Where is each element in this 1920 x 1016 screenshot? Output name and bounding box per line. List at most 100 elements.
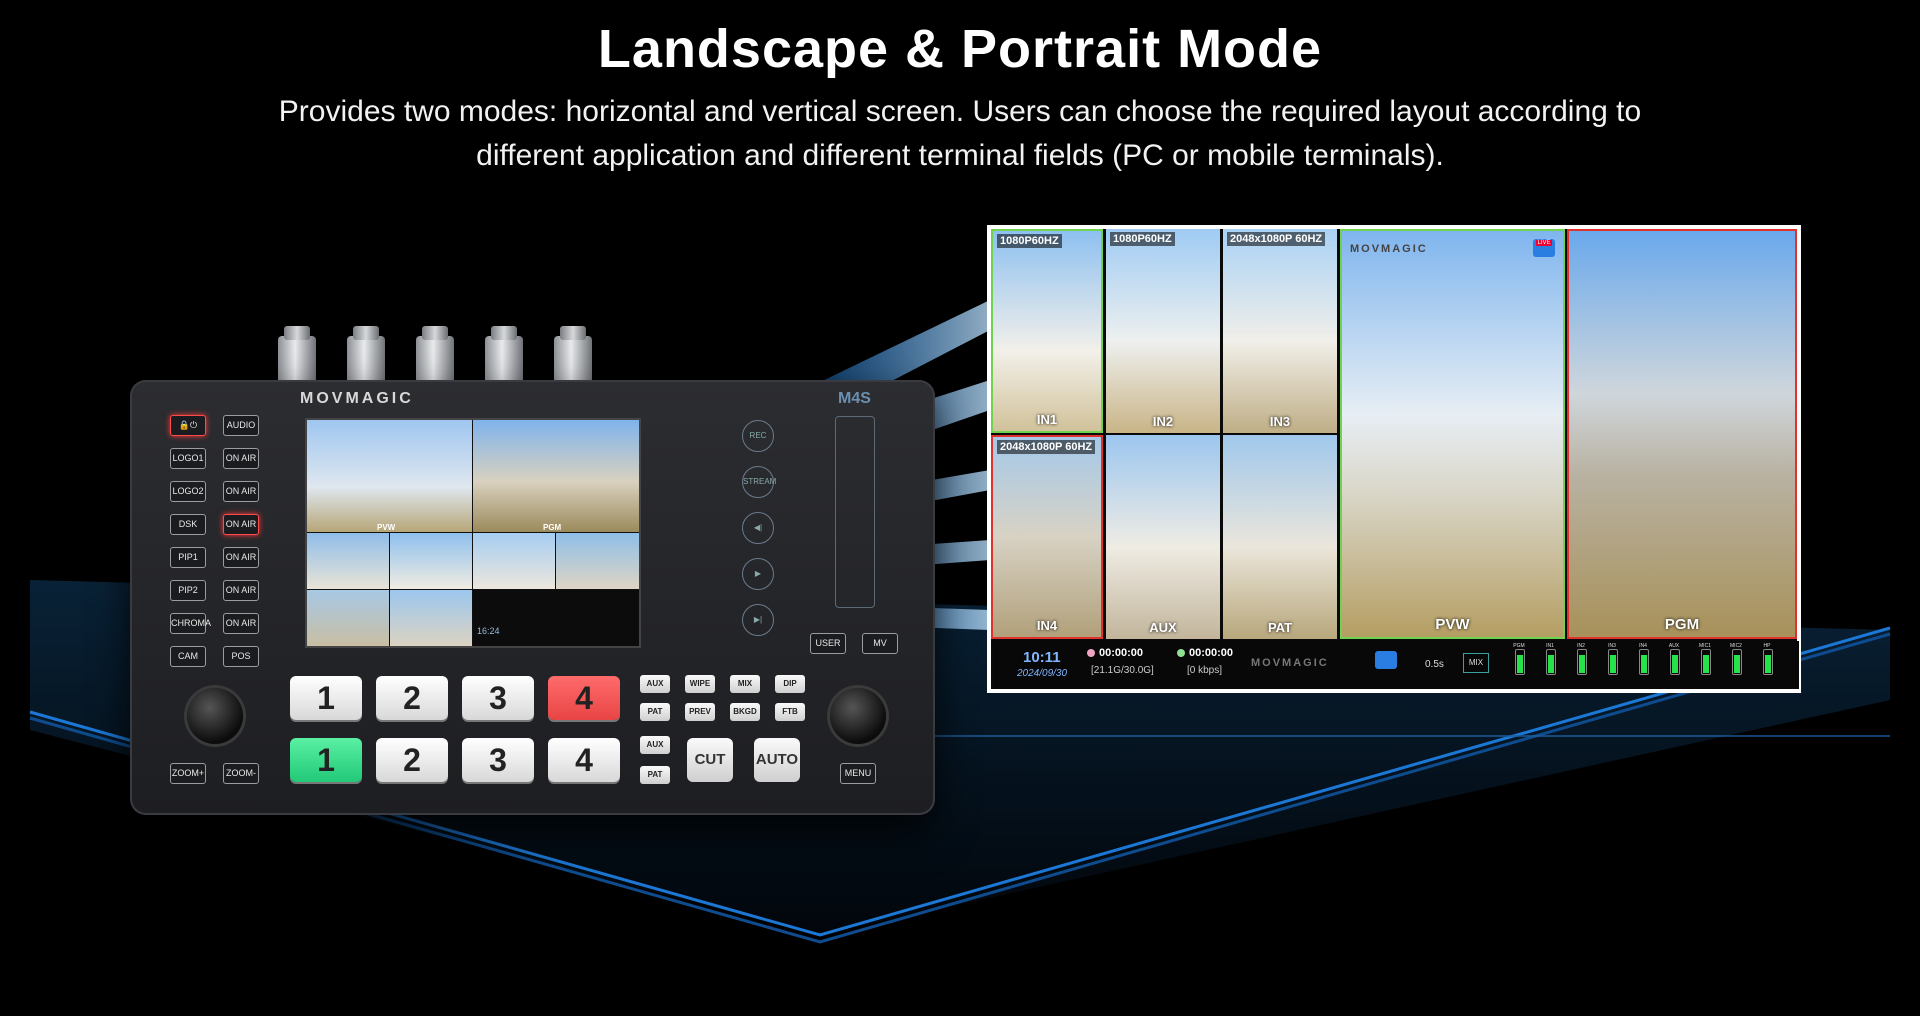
pgm-label: PGM <box>1664 616 1700 633</box>
device-model-label: M4S <box>838 390 871 407</box>
pip1-button[interactable]: PIP1 <box>170 547 206 568</box>
play-button[interactable]: ▶ <box>742 558 774 590</box>
prev-key[interactable]: PREV <box>685 703 715 721</box>
audio-meter <box>1515 649 1525 675</box>
aux-key-2[interactable]: AUX <box>640 736 670 754</box>
multiview-cell-in2: 1080P60HZ IN2 <box>1106 229 1220 433</box>
stream-button[interactable]: STREAM <box>742 466 776 498</box>
device-brand-logo: MOVMAGIC <box>300 390 414 407</box>
zoom-out-button[interactable]: ZOOM- <box>223 763 259 784</box>
bkgd-key[interactable]: BKGD <box>730 703 760 721</box>
stream-bitrate: [0 kbps] <box>1187 665 1223 676</box>
page-subtitle: Provides two modes: horizontal and verti… <box>170 90 1750 178</box>
pip2-button[interactable]: PIP2 <box>170 580 206 601</box>
bnc-connector <box>485 326 523 382</box>
cell-format-label: 1080P60HZ <box>1110 232 1175 246</box>
joystick[interactable] <box>187 688 243 744</box>
rec-time: 00:00:00 <box>1099 647 1144 659</box>
live-badge: LIVE <box>1536 240 1552 246</box>
status-brand-logo: MOVMAGIC <box>1251 657 1329 669</box>
pgm-key-4[interactable]: 4 <box>548 738 620 782</box>
mix-key[interactable]: MIX <box>730 675 760 693</box>
pvw-key-4[interactable]: 4 <box>548 676 620 720</box>
audio-meter <box>1546 649 1556 675</box>
screen-in-tile <box>473 533 555 589</box>
on-air-button[interactable]: ON AIR <box>223 613 259 634</box>
status-live-icon <box>1375 651 1397 669</box>
on-air-button[interactable]: ON AIR <box>223 481 259 502</box>
screen-in-tile <box>556 533 639 589</box>
screen-in-tile <box>307 533 389 589</box>
on-air-button[interactable]: ON AIR <box>223 547 259 568</box>
aux-key[interactable]: AUX <box>640 675 670 693</box>
subtitle-line-1: Provides two modes: horizontal and verti… <box>278 95 1642 128</box>
previous-button[interactable]: ◀| <box>742 512 774 544</box>
zoom-in-button[interactable]: ZOOM+ <box>170 763 206 784</box>
t-bar-fader[interactable] <box>835 416 875 608</box>
dip-key[interactable]: DIP <box>775 675 805 693</box>
next-button[interactable]: ▶| <box>742 604 774 636</box>
device-screen: PVW PGM 16:24 <box>305 418 641 648</box>
pat-key[interactable]: PAT <box>640 703 670 721</box>
audio-button[interactable]: AUDIO <box>223 415 259 436</box>
ftb-key[interactable]: FTB <box>775 703 805 721</box>
multiview-status-bar: 10:11 2024/09/30 00:00:00 [21.1G/30.0G] … <box>993 641 1799 689</box>
screen-in-tile <box>307 590 389 646</box>
mv-button[interactable]: MV <box>862 633 898 654</box>
screen-in-tile <box>390 533 472 589</box>
cell-input-label: PAT <box>1267 620 1293 635</box>
multiview-cell-in1: 1080P60HZ IN1 <box>991 229 1103 433</box>
cell-input-label: IN2 <box>1152 414 1174 429</box>
pgm-key-3[interactable]: 3 <box>462 738 534 782</box>
screen-pgm-tile: PGM <box>473 420 639 532</box>
audio-meter <box>1763 649 1773 675</box>
screen-pgm-label: PGM <box>543 523 562 532</box>
multiview-cell-pat: PAT <box>1223 435 1337 639</box>
video-switcher-device: MOVMAGIC M4S 🔒⏻ LOGO1 LOGO2 DSK PIP1 PIP… <box>130 380 935 815</box>
page-title: Landscape & Portrait Mode <box>597 19 1323 79</box>
pvw-key-1[interactable]: 1 <box>290 676 362 720</box>
bnc-connector <box>416 326 454 382</box>
dsk-button[interactable]: DSK <box>170 514 206 535</box>
bnc-connector <box>554 326 592 382</box>
cut-button[interactable]: CUT <box>687 738 733 782</box>
on-air-button[interactable]: ON AIR <box>223 448 259 469</box>
pvw-key-2[interactable]: 2 <box>376 676 448 720</box>
wipe-key[interactable]: WIPE <box>685 675 715 693</box>
audio-meter <box>1670 649 1680 675</box>
cell-input-label: IN3 <box>1269 414 1291 429</box>
cell-format-label: 2048x1080P 60HZ <box>1227 232 1326 246</box>
menu-knob[interactable] <box>830 688 886 744</box>
storage-info: [21.1G/30.0G] <box>1091 665 1154 676</box>
audio-meter <box>1701 649 1711 675</box>
screen-time: 16:24 <box>477 626 500 636</box>
lock-power-button[interactable]: 🔒⏻ <box>170 415 206 436</box>
cell-format-label: 1080P60HZ <box>997 234 1062 248</box>
menu-button[interactable]: MENU <box>840 763 876 784</box>
subtitle-line-2: different application and different term… <box>476 139 1444 172</box>
cell-format-label: 2048x1080P 60HZ <box>997 440 1096 454</box>
logo2-button[interactable]: LOGO2 <box>170 481 206 502</box>
user-button[interactable]: USER <box>810 633 846 654</box>
logo1-button[interactable]: LOGO1 <box>170 448 206 469</box>
on-air-button[interactable]: ON AIR <box>223 514 259 535</box>
chroma-button[interactable]: CHROMA <box>170 613 211 634</box>
auto-button[interactable]: AUTO <box>754 738 800 782</box>
transition-type: MIX <box>1463 653 1489 673</box>
on-air-button[interactable]: ON AIR <box>223 580 259 601</box>
rec-button[interactable]: REC <box>742 420 774 452</box>
live-stream-icon: LIVE <box>1533 239 1555 257</box>
audio-meter <box>1732 649 1742 675</box>
multiview-pvw: MOVMAGIC LIVE PVW <box>1340 229 1565 639</box>
pgm-key-2[interactable]: 2 <box>376 738 448 782</box>
screen-in-tile <box>390 590 472 646</box>
screen-status-area: 16:24 <box>473 590 639 646</box>
cam-button[interactable]: CAM <box>170 646 206 667</box>
pvw-key-3[interactable]: 3 <box>462 676 534 720</box>
pat-key-2[interactable]: PAT <box>640 766 670 784</box>
multiview-cell-aux: AUX <box>1106 435 1220 639</box>
rec-indicator-icon <box>1087 649 1095 657</box>
pgm-key-1[interactable]: 1 <box>290 738 362 782</box>
pos-button[interactable]: POS <box>223 646 259 667</box>
stream-indicator-icon <box>1177 649 1185 657</box>
